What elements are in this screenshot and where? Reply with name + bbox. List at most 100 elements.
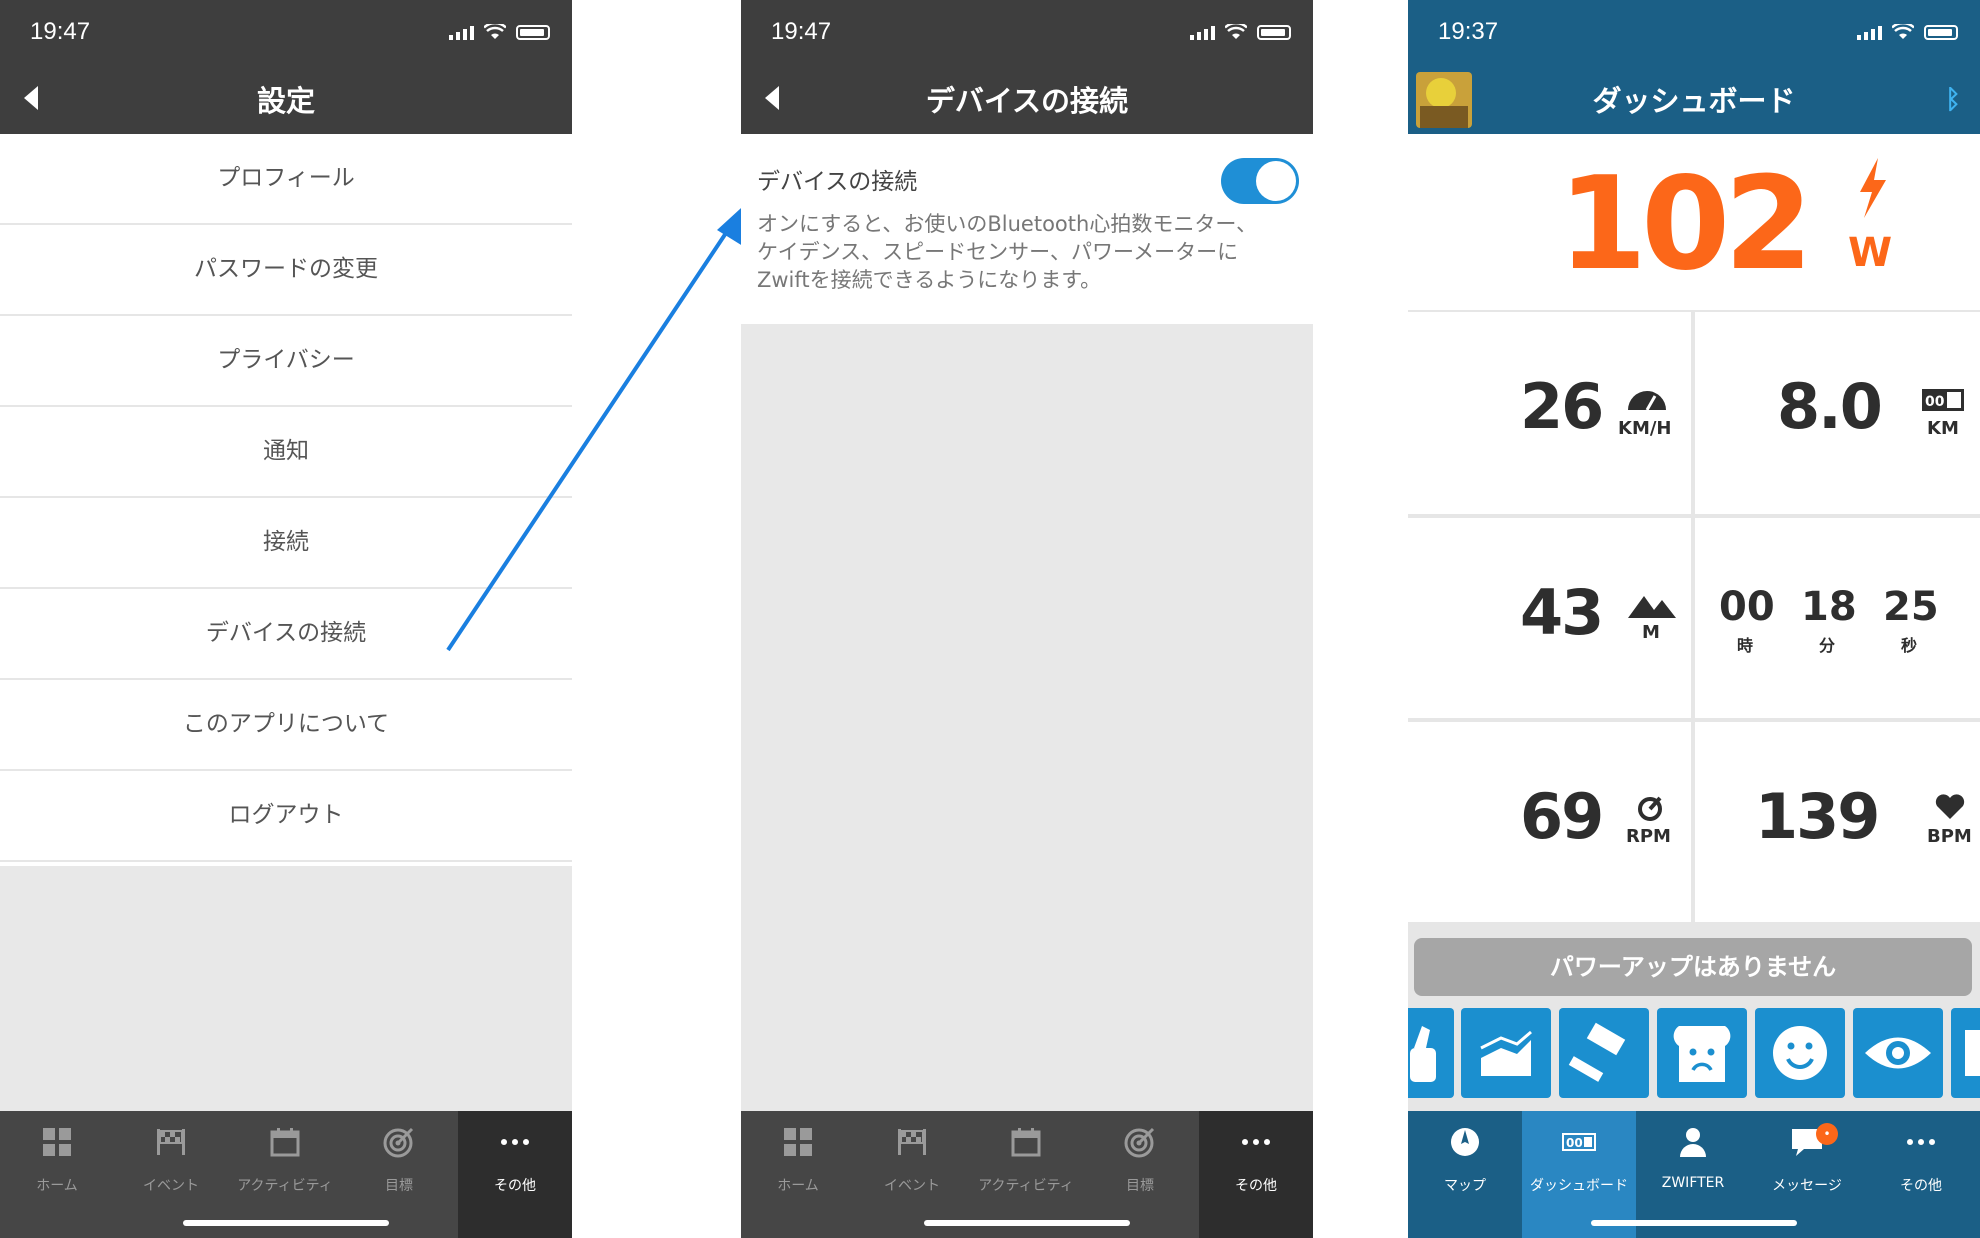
speed-unit: KM/H: [1618, 418, 1672, 439]
tab-bar: マップ 00 ダッシュボード ZWIFTER • メッセージ その他: [1408, 1111, 1980, 1238]
person-icon: [1680, 1128, 1706, 1157]
thumbs-up-icon: [1410, 1026, 1436, 1082]
mountain-icon: [1628, 596, 1676, 618]
description-line: オンにすると、お使いのBluetooth心拍数モニター、: [757, 212, 1258, 236]
nav-bar: ダッシュボード: [1408, 68, 1980, 134]
cadence-unit: RPM: [1626, 826, 1671, 847]
toast-emote[interactable]: [1657, 1008, 1747, 1098]
tab-messages[interactable]: • メッセージ: [1750, 1111, 1864, 1238]
status-icons: [1190, 24, 1291, 40]
tab-goals[interactable]: 目標: [342, 1111, 456, 1238]
status-bar: 19:47: [0, 0, 572, 68]
tab-bar: ホーム イベント アクティビティ 目標 その他: [0, 1111, 572, 1238]
tab-events[interactable]: イベント: [114, 1111, 228, 1238]
menu-item-about[interactable]: このアプリについて: [0, 680, 572, 771]
device-connection-toggle[interactable]: [1221, 158, 1299, 204]
grid-icon: [43, 1128, 71, 1156]
dashboard-icon: 00: [1562, 1133, 1596, 1151]
tab-bar: ホーム イベント アクティビティ 目標 その他: [741, 1111, 1313, 1238]
grid-icon: [784, 1128, 812, 1156]
heartrate-cell: 139 BPM: [1695, 722, 1980, 922]
bluetooth-icon[interactable]: ᛒ: [1942, 84, 1964, 116]
flag-emote-icon: [1965, 1030, 1980, 1076]
device-connection-screen: 19:47 デバイスの接続 デバイスの接続 オンにすると、お使いのBluetoo…: [741, 0, 1313, 1238]
eye-emote[interactable]: [1853, 1008, 1943, 1098]
annotation-arrow: [446, 198, 752, 652]
tab-label: 目標: [1126, 1178, 1154, 1194]
nav-bar: 設定: [0, 68, 572, 134]
time-seconds: 25: [1883, 584, 1939, 630]
battery-icon: [1257, 24, 1291, 40]
battery-icon: [1924, 24, 1958, 40]
home-indicator[interactable]: [924, 1220, 1130, 1226]
tab-more[interactable]: その他: [1864, 1111, 1978, 1238]
avatar[interactable]: [1416, 72, 1472, 128]
tab-label: その他: [494, 1178, 536, 1194]
signal-icon: [1857, 24, 1882, 40]
hammer-emote[interactable]: [1559, 1008, 1649, 1098]
flag-icon: [898, 1129, 926, 1155]
page-title: デバイスの接続: [925, 84, 1129, 118]
tab-label: ホーム: [36, 1178, 78, 1194]
distance-value: 8.0: [1777, 370, 1883, 443]
tab-goals[interactable]: 目標: [1083, 1111, 1197, 1238]
dashboard-screen: 19:37 ダッシュボード ᛒ 102 W 26 KM/H 8.0 00 KM …: [1408, 0, 1980, 1238]
tab-label: マップ: [1444, 1178, 1486, 1194]
thumbs-up-emote[interactable]: [1408, 1008, 1454, 1098]
target-icon: [383, 1127, 414, 1158]
avatar-image-part: [1420, 106, 1468, 128]
status-icons: [449, 24, 550, 40]
next-emote[interactable]: [1951, 1008, 1980, 1098]
more-icon: [1242, 1139, 1270, 1145]
speedometer-icon: [1628, 391, 1666, 411]
tab-activity[interactable]: アクティビティ: [228, 1111, 342, 1238]
odometer-icon: 00: [1922, 389, 1964, 411]
chart-emote[interactable]: [1461, 1008, 1551, 1098]
elevation-unit: M: [1642, 622, 1660, 643]
smile-emote[interactable]: [1755, 1008, 1845, 1098]
tab-home[interactable]: ホーム: [741, 1111, 855, 1238]
speed-value: 26: [1520, 370, 1604, 443]
tab-home[interactable]: ホーム: [0, 1111, 114, 1238]
toggle-knob: [1256, 161, 1296, 201]
nav-bar: デバイスの接続: [741, 68, 1313, 134]
status-bar: 19:47: [741, 0, 1313, 68]
tab-events[interactable]: イベント: [855, 1111, 969, 1238]
lightning-bolt-icon: [1860, 158, 1886, 218]
signal-icon: [1190, 24, 1215, 40]
status-time: 19:37: [1438, 18, 1499, 45]
time-cell: 00 時 18 分 25 秒: [1695, 518, 1980, 718]
tab-dashboard[interactable]: 00 ダッシュボード: [1522, 1111, 1636, 1238]
cadence-value: 69: [1520, 780, 1604, 853]
svg-text:00: 00: [1566, 1136, 1583, 1150]
tab-zwifter[interactable]: ZWIFTER: [1636, 1111, 1750, 1238]
wifi-icon: [1892, 24, 1914, 39]
sad-toast-icon: [1673, 1026, 1731, 1082]
home-indicator[interactable]: [183, 1220, 389, 1226]
calendar-icon: [270, 1128, 300, 1157]
tab-activity[interactable]: アクティビティ: [969, 1111, 1083, 1238]
tab-more[interactable]: その他: [458, 1111, 572, 1238]
tab-more[interactable]: その他: [1199, 1111, 1313, 1238]
wifi-icon: [484, 24, 506, 39]
time-minutes: 18: [1801, 584, 1857, 630]
power-display: 102 W: [1408, 134, 1980, 310]
home-indicator[interactable]: [1591, 1220, 1797, 1226]
hours-label: 時: [1737, 636, 1754, 655]
power-unit: W: [1848, 230, 1893, 276]
tab-label: アクティビティ: [237, 1178, 333, 1194]
status-icons: [1857, 24, 1958, 40]
power-value: 102: [1558, 150, 1813, 299]
compass-icon: [1451, 1128, 1479, 1156]
elevation-chart-icon: [1480, 1030, 1532, 1076]
tab-map[interactable]: マップ: [1408, 1111, 1522, 1238]
speed-cell: 26 KM/H: [1408, 312, 1691, 514]
tab-label: メッセージ: [1772, 1178, 1842, 1194]
wifi-icon: [1225, 24, 1247, 39]
avatar-image-part: [1426, 78, 1456, 108]
description-line: Zwiftを接続できるようになります。: [757, 268, 1102, 292]
menu-item-logout[interactable]: ログアウト: [0, 771, 572, 862]
flag-icon: [157, 1129, 185, 1155]
calendar-icon: [1011, 1128, 1041, 1157]
elevation-cell: 43 M: [1408, 518, 1691, 718]
